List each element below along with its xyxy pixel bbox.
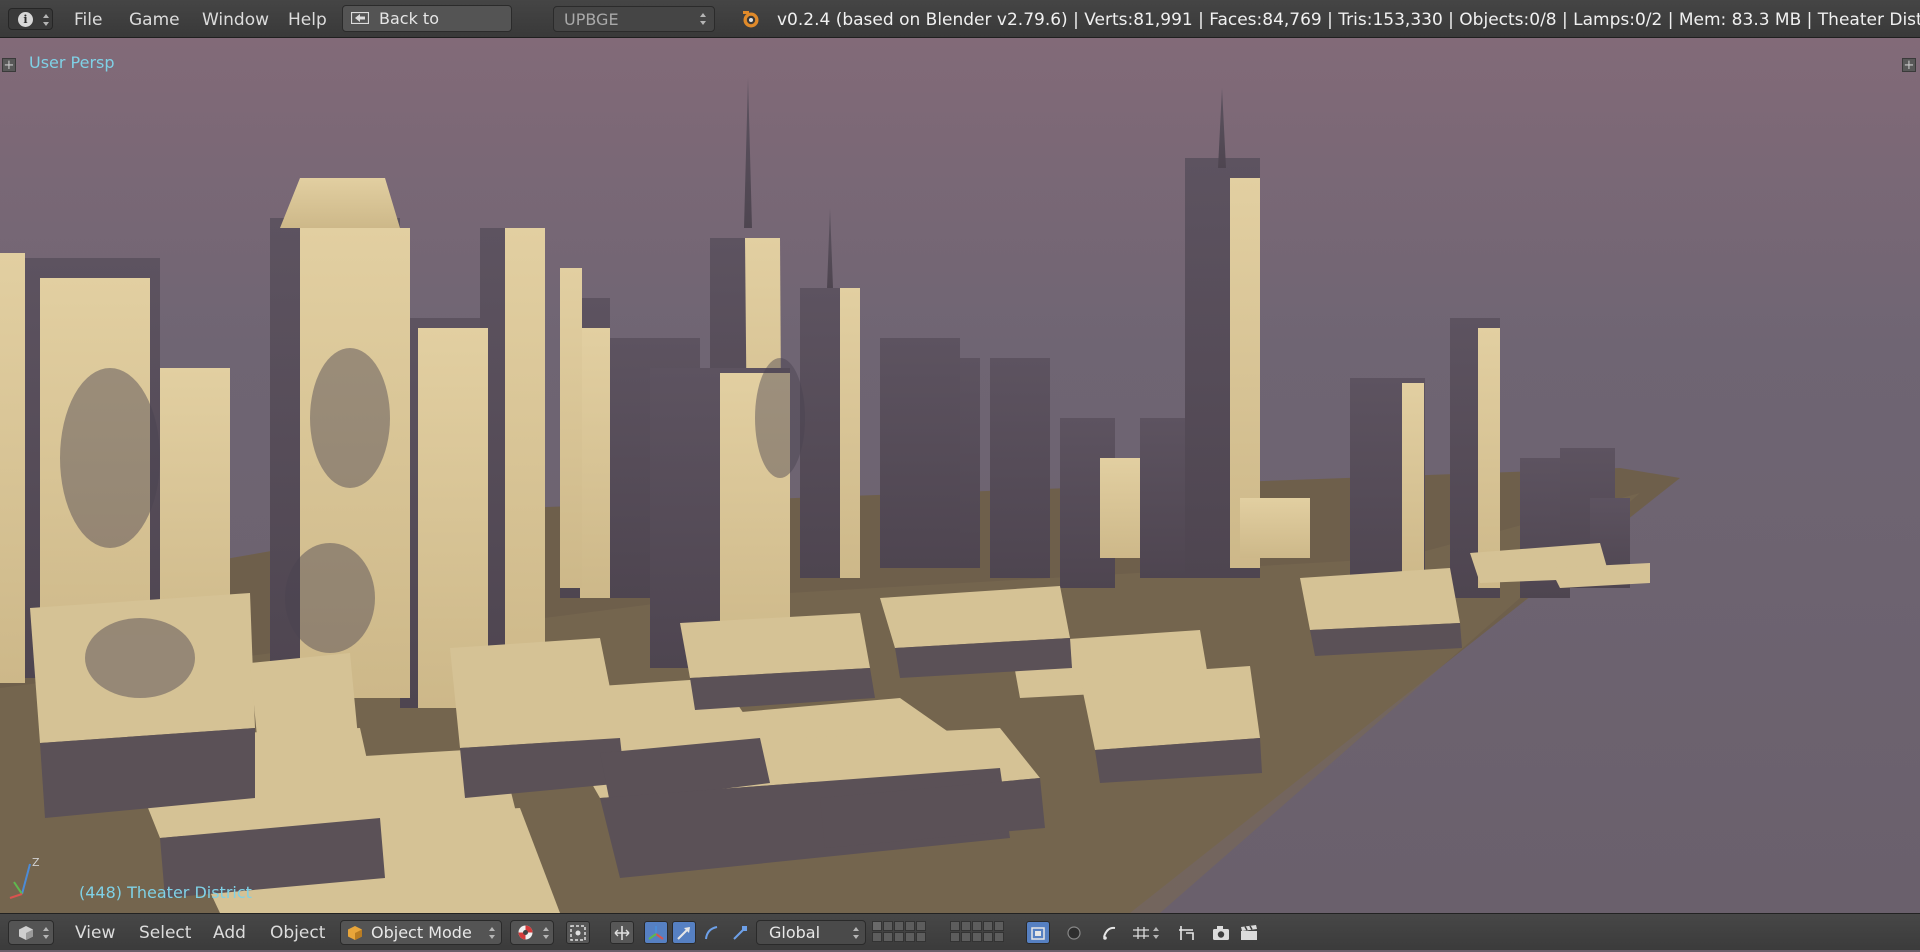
layer-11[interactable]: [872, 932, 882, 942]
menu-select[interactable]: Select: [139, 914, 191, 950]
updown-arrows-icon: [43, 14, 49, 26]
editor-type-selector-3d[interactable]: [8, 920, 54, 945]
render-engine-value: UPBGE: [564, 10, 619, 29]
snap-target-button[interactable]: [1174, 921, 1198, 944]
menu-help[interactable]: Help: [288, 0, 327, 38]
viewport-shading-select[interactable]: [510, 920, 554, 945]
scale-icon: [733, 926, 747, 940]
render-icon: [1067, 926, 1081, 940]
updown-arrows-icon: [1153, 927, 1159, 939]
left-region-expand-button[interactable]: +: [2, 58, 16, 72]
view-perspective-label: User Persp: [29, 53, 115, 72]
updown-arrows-icon: [489, 927, 495, 939]
layer-6[interactable]: [950, 921, 960, 931]
move-manipulator-button[interactable]: [672, 921, 696, 944]
scene-layers-group-1[interactable]: [872, 921, 926, 944]
snap-icon: [1133, 927, 1149, 939]
updown-arrows-icon: [543, 927, 549, 939]
snap-target-icon: [1179, 926, 1194, 940]
upbge-logo-icon: [743, 11, 759, 28]
pivot-icon: [570, 925, 586, 941]
translate-axes-icon: [648, 926, 664, 940]
layer-5[interactable]: [916, 921, 926, 931]
city-scene: [0, 38, 1920, 913]
layer-18[interactable]: [972, 932, 982, 942]
menu-window[interactable]: Window: [202, 0, 269, 38]
layer-3[interactable]: [894, 921, 904, 931]
menu-game[interactable]: Game: [129, 0, 180, 38]
editor-type-selector[interactable]: i: [8, 8, 53, 30]
layer-10[interactable]: [994, 921, 1004, 931]
back-arrow-icon: [351, 12, 369, 24]
3d-view-header: View Select Add Object Object Mode Globa…: [0, 913, 1920, 950]
transform-orientation-value: Global: [769, 923, 821, 942]
info-icon: i: [18, 12, 33, 27]
render-animation-button[interactable]: [1236, 921, 1260, 944]
menu-add[interactable]: Add: [213, 914, 246, 950]
layer-20[interactable]: [994, 932, 1004, 942]
updown-arrows-icon: [700, 13, 706, 25]
transform-orientation-select[interactable]: Global: [756, 920, 866, 945]
snap-element-select[interactable]: [1128, 921, 1162, 944]
interaction-mode-select[interactable]: Object Mode: [340, 920, 502, 945]
layer-12[interactable]: [883, 932, 893, 942]
layer-15[interactable]: [916, 932, 926, 942]
cube-icon: [19, 926, 33, 940]
layer-17[interactable]: [961, 932, 971, 942]
arrow-icon: [677, 927, 690, 940]
layer-4[interactable]: [905, 921, 915, 931]
render-only-button[interactable]: [1062, 921, 1086, 944]
translate-manipulator-button[interactable]: [644, 921, 668, 944]
layer-16[interactable]: [950, 932, 960, 942]
scene-statistics: v0.2.4 (based on Blender v2.79.6) | Vert…: [777, 10, 1920, 30]
menu-view[interactable]: View: [75, 914, 115, 950]
layer-19[interactable]: [983, 932, 993, 942]
pivot-point-button[interactable]: [566, 921, 590, 944]
shading-sphere-icon: [518, 925, 533, 940]
layer-8[interactable]: [972, 921, 982, 931]
scene-layers-group-2[interactable]: [950, 921, 1004, 944]
layer-1[interactable]: [872, 921, 882, 931]
interaction-mode-value: Object Mode: [371, 923, 472, 942]
layer-7[interactable]: [961, 921, 971, 931]
manipulator-toggle-button[interactable]: [610, 921, 634, 944]
layer-14[interactable]: [905, 932, 915, 942]
rotate-manipulator-button[interactable]: [700, 921, 724, 944]
rotate-icon: [705, 926, 718, 940]
render-engine-select[interactable]: UPBGE: [553, 6, 715, 32]
right-region-expand-button[interactable]: +: [1902, 58, 1916, 72]
proportional-icon: [1103, 926, 1116, 940]
active-object-label: (448) Theater District: [79, 883, 252, 902]
clapper-icon: [1241, 925, 1257, 940]
updown-arrows-icon: [853, 927, 859, 939]
axis-gizmo-icon: Z: [9, 856, 40, 899]
menu-object[interactable]: Object: [270, 914, 325, 950]
axis-z-label: Z: [32, 856, 40, 869]
proportional-editing-button[interactable]: [1098, 921, 1122, 944]
layer-13[interactable]: [894, 932, 904, 942]
lock-icon: [1031, 927, 1045, 940]
info-header: i File Game Window Help Back to Previous…: [0, 0, 1920, 54]
layer-2[interactable]: [883, 921, 893, 931]
updown-arrows-icon: [43, 927, 49, 939]
3d-viewport[interactable]: User Persp + + Z (448) Theater District: [0, 38, 1920, 913]
layer-9[interactable]: [983, 921, 993, 931]
menu-file[interactable]: File: [74, 0, 102, 38]
camera-icon: [1213, 926, 1229, 940]
manipulator-icon: [614, 926, 630, 940]
render-preview-button[interactable]: [1208, 921, 1232, 944]
scale-manipulator-button[interactable]: [728, 921, 752, 944]
lock-camera-layers-button[interactable]: [1026, 921, 1050, 944]
object-mode-icon: [348, 926, 362, 940]
back-to-previous-button[interactable]: Back to Previous: [342, 5, 512, 54]
